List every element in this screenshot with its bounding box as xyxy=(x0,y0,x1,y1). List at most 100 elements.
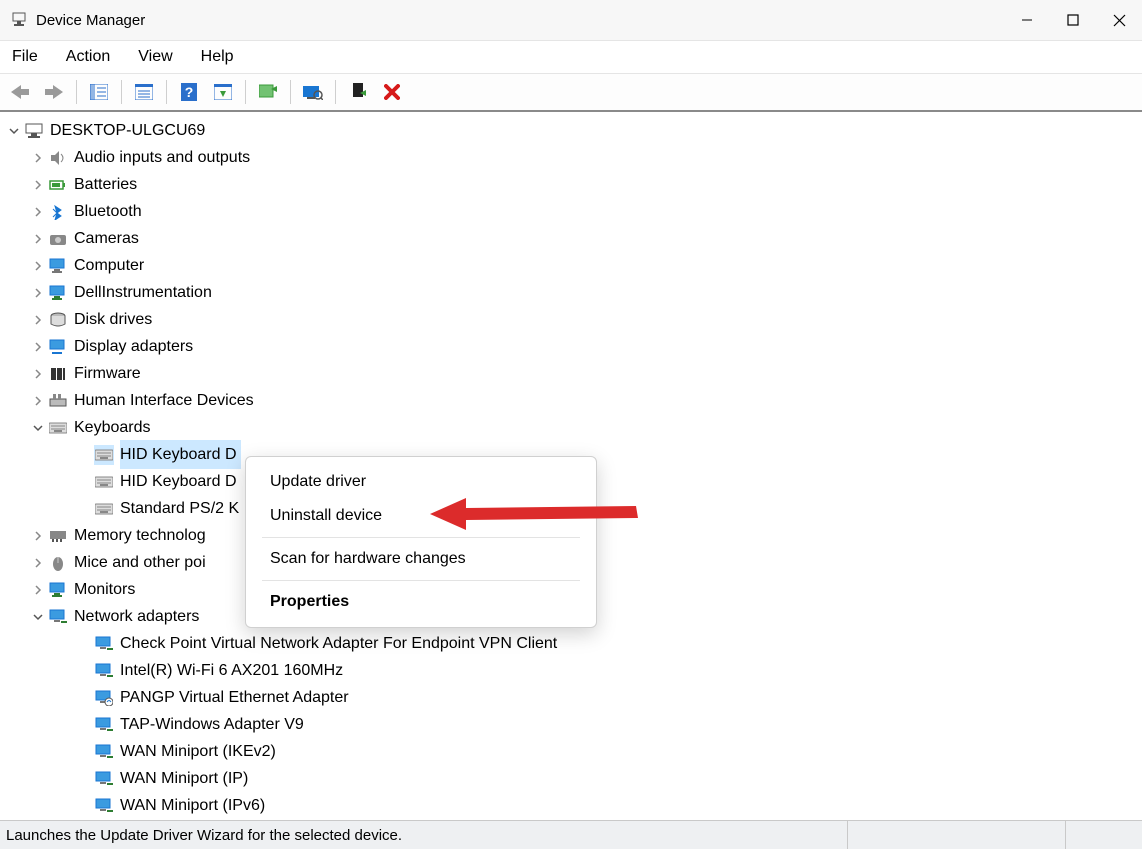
network-icon xyxy=(94,742,114,762)
spacer xyxy=(76,744,92,760)
menu-action[interactable]: Action xyxy=(64,46,112,68)
tree-category-label: Monitors xyxy=(74,576,135,603)
close-button[interactable] xyxy=(1096,0,1142,40)
chevron-right-icon[interactable] xyxy=(30,285,46,301)
toolbar-update-driver-button[interactable] xyxy=(254,78,282,106)
tree-category[interactable]: Display adapters xyxy=(0,333,1142,360)
toolbar-action-button[interactable] xyxy=(209,78,237,106)
chevron-right-icon[interactable] xyxy=(30,150,46,166)
spacer xyxy=(76,474,92,490)
tree-category[interactable]: Audio inputs and outputs xyxy=(0,144,1142,171)
tree-category[interactable]: Cameras xyxy=(0,225,1142,252)
network-icon xyxy=(94,715,114,735)
battery-icon xyxy=(48,175,68,195)
context-menu-update-driver[interactable]: Update driver xyxy=(246,465,596,499)
monitor-icon xyxy=(48,283,68,303)
monitor-icon xyxy=(48,580,68,600)
network-icon xyxy=(94,634,114,654)
statusbar-cell-3 xyxy=(1066,821,1142,849)
tree-device[interactable]: Check Point Virtual Network Adapter For … xyxy=(0,630,1142,657)
tree-category[interactable]: Firmware xyxy=(0,360,1142,387)
tree-device-label: HID Keyboard D xyxy=(120,440,241,469)
toolbar-show-hidden-button[interactable] xyxy=(85,78,113,106)
spacer xyxy=(76,717,92,733)
toolbar-scan-button[interactable] xyxy=(299,78,327,106)
tree-category-label: Audio inputs and outputs xyxy=(74,144,250,171)
spacer xyxy=(76,663,92,679)
tree-category[interactable]: Computer xyxy=(0,252,1142,279)
tree-category-label: Memory technolog xyxy=(74,522,206,549)
tree-device[interactable]: PANGP Virtual Ethernet Adapter xyxy=(0,684,1142,711)
tree-category[interactable]: Human Interface Devices xyxy=(0,387,1142,414)
minimize-button[interactable] xyxy=(1004,0,1050,40)
tree-device-label: WAN Miniport (IP) xyxy=(120,765,248,792)
chevron-right-icon[interactable] xyxy=(30,555,46,571)
tree-device[interactable]: WAN Miniport (IPv6) xyxy=(0,792,1142,819)
spacer xyxy=(76,447,92,463)
tree-category-label: Network adapters xyxy=(74,603,199,630)
chevron-right-icon[interactable] xyxy=(30,204,46,220)
titlebar: Device Manager xyxy=(0,0,1142,41)
toolbar-forward-button[interactable] xyxy=(40,78,68,106)
menu-file[interactable]: File xyxy=(10,46,40,68)
context-menu-properties[interactable]: Properties xyxy=(246,585,596,619)
menu-help[interactable]: Help xyxy=(199,46,236,68)
computer-icon xyxy=(48,256,68,276)
computer-icon xyxy=(24,121,44,141)
toolbar-enable-button[interactable] xyxy=(344,78,372,106)
spacer xyxy=(76,771,92,787)
menu-view[interactable]: View xyxy=(136,46,174,68)
chevron-right-icon[interactable] xyxy=(30,177,46,193)
chevron-down-icon[interactable] xyxy=(30,609,46,625)
context-menu-uninstall-device[interactable]: Uninstall device xyxy=(246,499,596,533)
tree-device[interactable]: WAN Miniport (IKEv2) xyxy=(0,738,1142,765)
tree-category[interactable]: Disk drives xyxy=(0,306,1142,333)
chevron-right-icon[interactable] xyxy=(30,258,46,274)
network-icon xyxy=(94,769,114,789)
tree-device[interactable]: TAP-Windows Adapter V9 xyxy=(0,711,1142,738)
disk-icon xyxy=(48,310,68,330)
tree-device-label: Intel(R) Wi-Fi 6 AX201 160MHz xyxy=(120,657,343,684)
tree-category-label: Keyboards xyxy=(74,414,151,441)
statusbar-text: Launches the Update Driver Wizard for th… xyxy=(0,821,848,849)
spacer xyxy=(76,798,92,814)
chevron-right-icon[interactable] xyxy=(30,393,46,409)
camera-icon xyxy=(48,229,68,249)
chevron-right-icon[interactable] xyxy=(30,366,46,382)
mouse-icon xyxy=(48,553,68,573)
keyboard-icon xyxy=(94,499,114,519)
chevron-down-icon[interactable] xyxy=(6,123,22,139)
menubar: File Action View Help xyxy=(0,41,1142,74)
toolbar: ? xyxy=(0,74,1142,112)
chevron-right-icon[interactable] xyxy=(30,312,46,328)
maximize-button[interactable] xyxy=(1050,0,1096,40)
tree-root[interactable]: DESKTOP-ULGCU69 xyxy=(0,117,1142,144)
spacer xyxy=(76,636,92,652)
tree-category-label: Human Interface Devices xyxy=(74,387,254,414)
tree-category[interactable]: DellInstrumentation xyxy=(0,279,1142,306)
chevron-right-icon[interactable] xyxy=(30,528,46,544)
tree-category-label: Cameras xyxy=(74,225,139,252)
tree-category[interactable]: Batteries xyxy=(0,171,1142,198)
chevron-right-icon[interactable] xyxy=(30,339,46,355)
tree-category-label: Mice and other poi xyxy=(74,549,206,576)
chevron-right-icon[interactable] xyxy=(30,231,46,247)
tree-category[interactable]: Keyboards xyxy=(0,414,1142,441)
tree-device[interactable]: Intel(R) Wi-Fi 6 AX201 160MHz xyxy=(0,657,1142,684)
tree-category-label: Batteries xyxy=(74,171,137,198)
memory-icon xyxy=(48,526,68,546)
tree-category[interactable]: Bluetooth xyxy=(0,198,1142,225)
chevron-down-icon[interactable] xyxy=(30,420,46,436)
context-menu-scan[interactable]: Scan for hardware changes xyxy=(246,542,596,576)
toolbar-properties-button[interactable] xyxy=(130,78,158,106)
bluetooth-icon xyxy=(48,202,68,222)
toolbar-uninstall-button[interactable] xyxy=(378,78,406,106)
chevron-right-icon[interactable] xyxy=(30,582,46,598)
window-title: Device Manager xyxy=(36,12,145,29)
tree-device[interactable]: WAN Miniport (IP) xyxy=(0,765,1142,792)
toolbar-help-button[interactable]: ? xyxy=(175,78,203,106)
speaker-icon xyxy=(48,148,68,168)
network-icon xyxy=(94,796,114,816)
tree-root-label: DESKTOP-ULGCU69 xyxy=(50,117,205,144)
toolbar-back-button[interactable] xyxy=(6,78,34,106)
